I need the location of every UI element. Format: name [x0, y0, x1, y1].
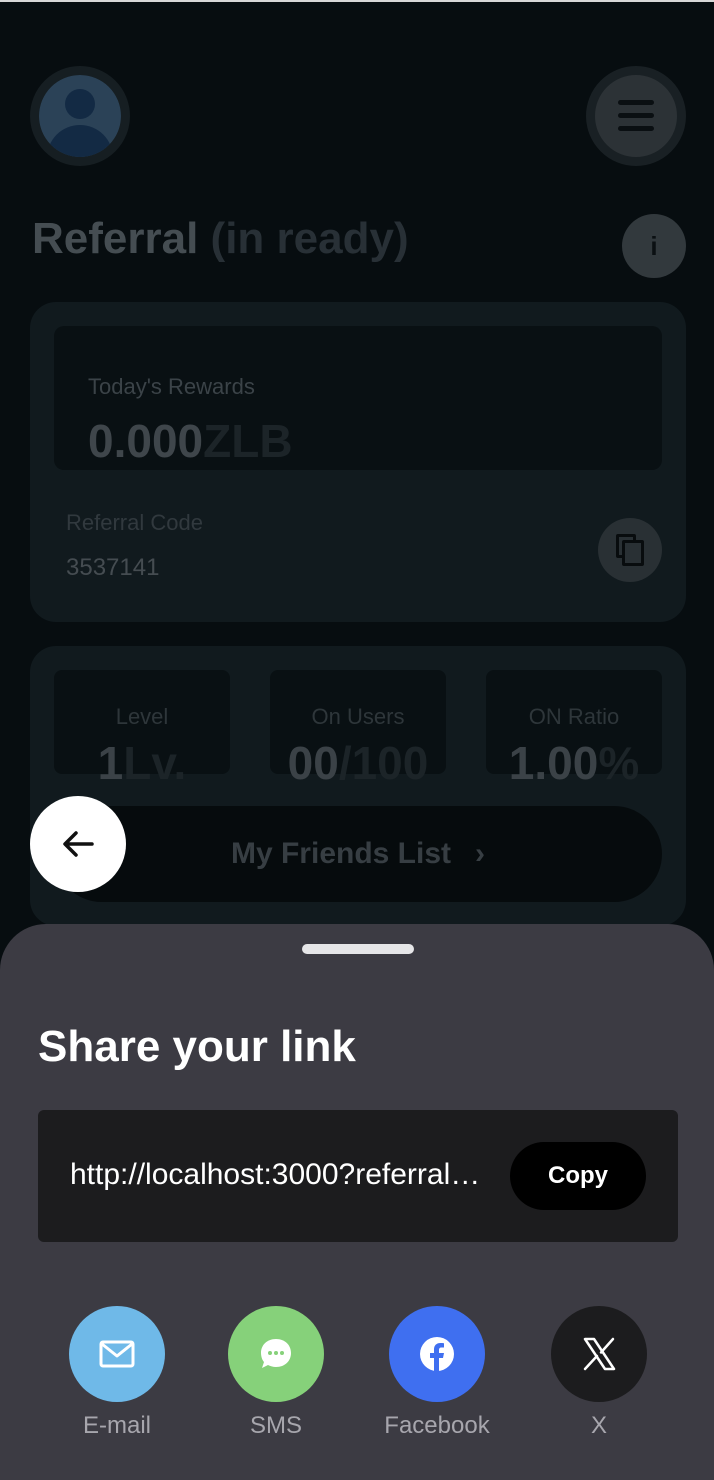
share-email-button[interactable]: E-mail — [37, 1306, 197, 1440]
stat-on-users: On Users 00/100 — [270, 670, 446, 789]
stat-unit: Lv. — [123, 737, 187, 789]
info-button[interactable]: i — [622, 214, 686, 278]
referral-card: Today's Rewards 0.000ZLB Referral Code 3… — [30, 302, 686, 622]
stat-level: Level 1Lv. — [54, 670, 230, 789]
arrow-left-icon — [63, 831, 94, 857]
stat-value: 00/100 — [270, 736, 446, 790]
share-facebook-button[interactable]: Facebook — [357, 1306, 517, 1440]
sheet-title: Share your link — [38, 1022, 356, 1071]
page-title-text: Referral — [32, 214, 199, 263]
chat-bubble-icon — [228, 1306, 324, 1402]
share-email-label: E-mail — [82, 1412, 151, 1439]
stat-label: ON Ratio — [528, 704, 620, 729]
chevron-right-icon: › — [475, 837, 486, 870]
stat-value: 1Lv. — [54, 736, 230, 790]
share-x-button[interactable]: X — [519, 1306, 679, 1440]
share-x-label: X — [590, 1412, 607, 1439]
referral-code-label: Referral Code — [66, 510, 203, 535]
rewards-label: Today's Rewards — [88, 374, 255, 399]
page-title: Referral (in ready) — [32, 214, 409, 264]
stat-number: 00 — [287, 737, 339, 789]
rewards-amount: 0.000 — [88, 415, 204, 467]
x-logo-icon — [551, 1306, 647, 1402]
stat-unit: % — [598, 737, 640, 789]
stat-number: 1 — [97, 737, 124, 789]
back-button[interactable] — [30, 796, 126, 892]
copy-code-button[interactable] — [598, 518, 662, 582]
share-link-text[interactable]: http://localhost:3000?referralCode=35371… — [70, 1158, 494, 1192]
menu-button[interactable] — [586, 66, 686, 166]
stats-card: Level 1Lv. On Users 00/100 ON Ratio 1.00… — [30, 646, 686, 926]
share-bottom-sheet: Share your link http://localhost:3000?re… — [0, 924, 714, 1480]
rewards-box: Today's Rewards 0.000ZLB — [54, 326, 662, 470]
friends-button-label: My Friends List — [230, 837, 452, 870]
stat-value: 1.00% — [486, 736, 662, 790]
share-facebook-label: Facebook — [384, 1412, 490, 1439]
share-link-box: http://localhost:3000?referralCode=35371… — [38, 1110, 678, 1242]
share-sms-label: SMS — [249, 1412, 302, 1439]
stat-number: 1.00 — [508, 737, 599, 789]
share-sms-button[interactable]: SMS — [196, 1306, 356, 1440]
page-title-status: (in ready) — [210, 214, 409, 263]
profile-avatar[interactable] — [30, 66, 130, 166]
my-friends-list-button[interactable]: My Friends List › — [54, 806, 662, 902]
stat-label: On Users — [311, 704, 405, 729]
copy-link-button[interactable]: Copy — [510, 1142, 646, 1210]
stat-on-ratio: ON Ratio 1.00% — [486, 670, 662, 789]
stat-label: Level — [115, 704, 169, 729]
referral-code-value: 3537141 — [66, 554, 160, 581]
sheet-drag-handle[interactable] — [302, 944, 414, 954]
stat-unit: /100 — [338, 737, 429, 789]
rewards-value: 0.000ZLB — [88, 414, 293, 468]
mail-icon — [69, 1306, 165, 1402]
info-icon: i — [650, 230, 658, 261]
avatar-user-icon — [39, 75, 121, 157]
rewards-unit: ZLB — [203, 415, 293, 467]
facebook-icon — [389, 1306, 485, 1402]
